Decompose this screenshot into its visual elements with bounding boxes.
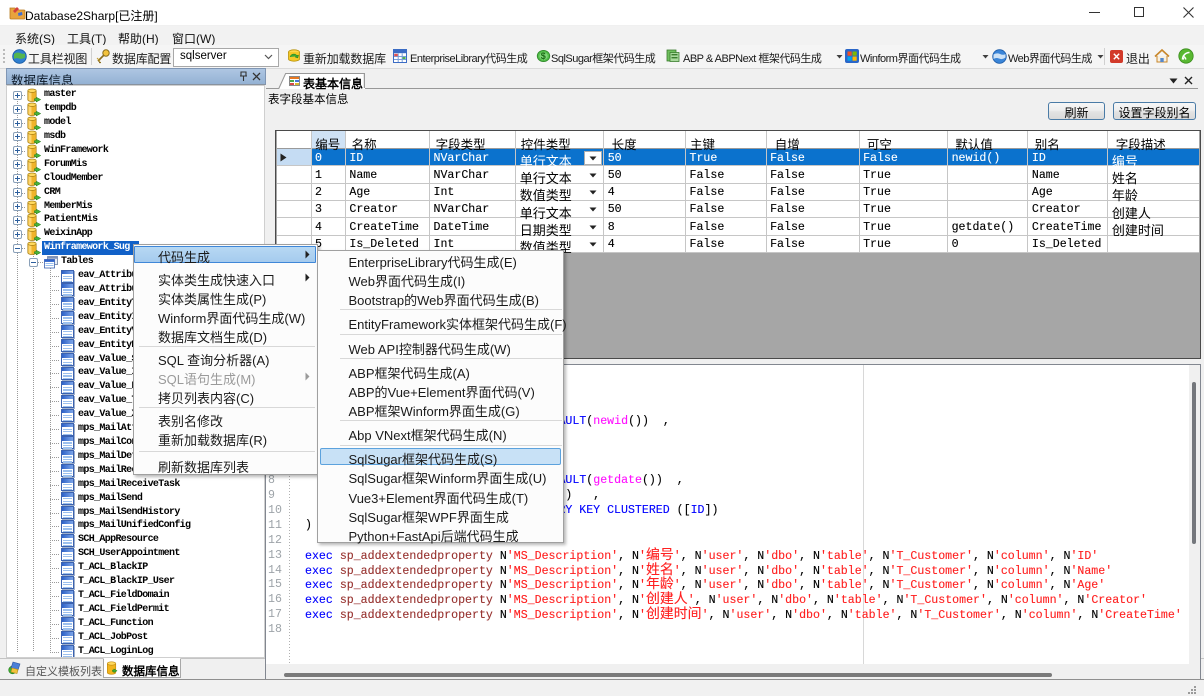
svg-text:$: $: [541, 51, 546, 61]
